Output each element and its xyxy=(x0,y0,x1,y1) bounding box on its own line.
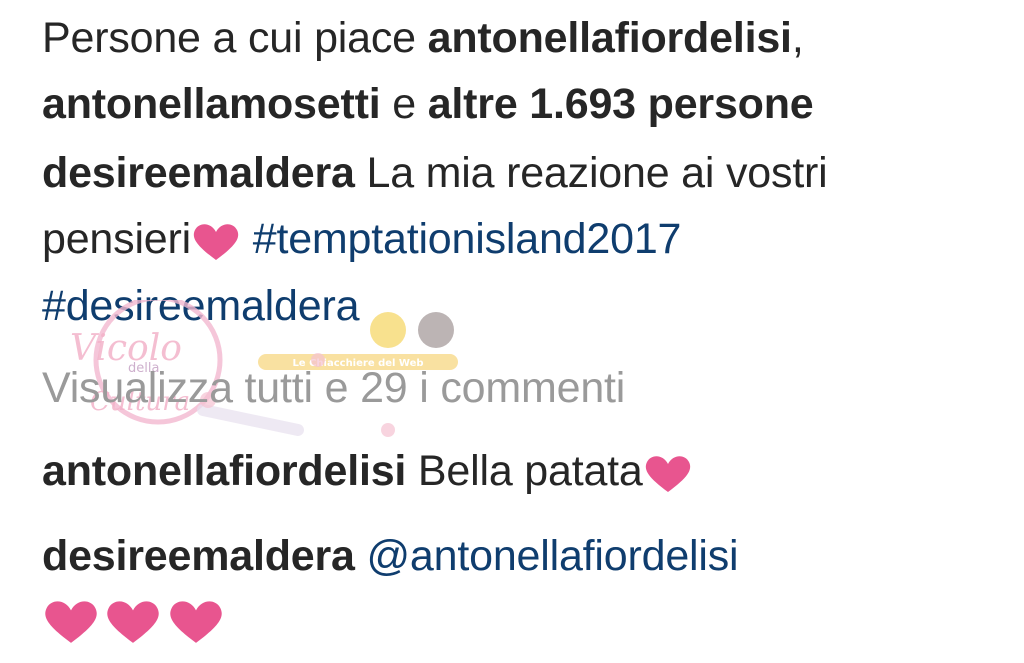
caption-username[interactable]: desireemaldera xyxy=(42,149,355,197)
view-all-comments-link[interactable]: Visualizza tutti e 29 i commenti xyxy=(42,362,625,414)
caption-text-2: pensieri xyxy=(42,215,191,263)
caption-line-3: #desireemaldera xyxy=(42,280,359,332)
heart-icon xyxy=(191,222,241,262)
comment-row-1: antonellafiordelisi Bella patata xyxy=(42,445,693,497)
caption-line-2: pensieri #temptationisland2017 xyxy=(42,213,681,265)
heart-icon xyxy=(167,598,225,646)
likes-prefix: Persone a cui piace xyxy=(42,14,416,62)
comment-username[interactable]: antonellafiordelisi xyxy=(42,447,406,495)
likes-line-1: Persone a cui piace antonellafiordelisi, xyxy=(42,12,804,64)
comment-username[interactable]: desireemaldera xyxy=(42,532,355,580)
likes-comma: , xyxy=(791,14,804,62)
likes-conjunction: e xyxy=(392,80,416,128)
comment-row-2: desireemaldera @antonellafiordelisi xyxy=(42,530,739,582)
comment-text: Bella patata xyxy=(417,447,643,495)
heart-icon xyxy=(643,454,693,494)
caption-text-1: La mia reazione ai vostri xyxy=(366,149,828,197)
caption-line-1: desireemaldera La mia reazione ai vostri xyxy=(42,147,828,199)
liker-username-2[interactable]: antonellamosetti xyxy=(42,80,381,128)
comment-mention[interactable]: @antonellafiordelisi xyxy=(366,532,738,580)
hearts-row xyxy=(42,598,225,646)
heart-icon xyxy=(42,598,100,646)
likes-others-link[interactable]: altre 1.693 persone xyxy=(428,80,814,128)
heart-icon xyxy=(104,598,162,646)
likes-line-2: antonellamosetti e altre 1.693 persone xyxy=(42,78,814,130)
hashtag-desireemaldera[interactable]: #desireemaldera xyxy=(42,282,359,330)
liker-username-1[interactable]: antonellafiordelisi xyxy=(428,14,792,62)
hashtag-temptationisland2017[interactable]: #temptationisland2017 xyxy=(253,215,682,263)
